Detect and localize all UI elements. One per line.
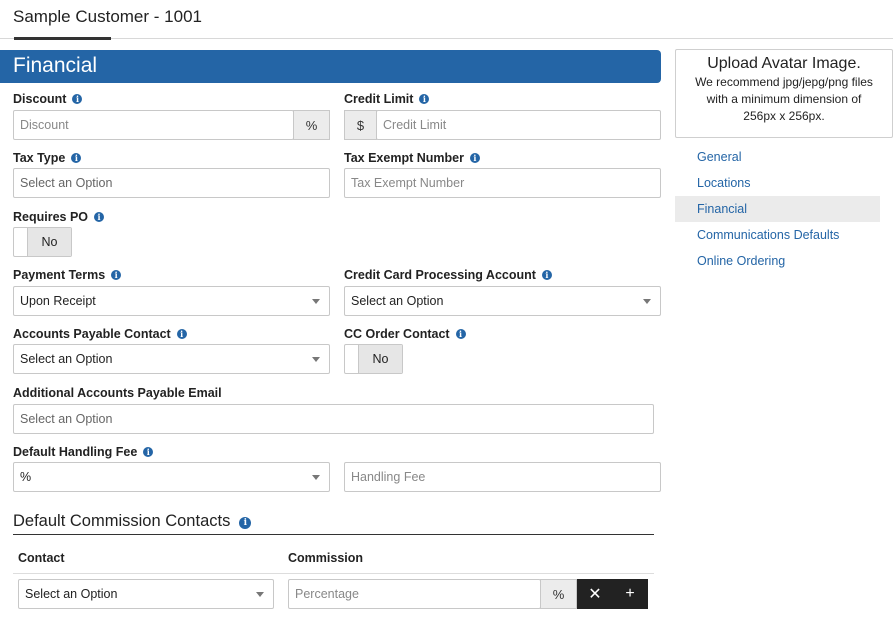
default-handling-fee-label: Default Handling Fee i — [13, 445, 154, 459]
section-header-financial: Financial — [0, 50, 661, 83]
page-title: Sample Customer - 1001 — [13, 7, 202, 26]
cc-order-contact-label: CC Order Contact i — [344, 327, 466, 341]
commission-section-title: Default Commission Contacts i — [13, 512, 252, 531]
info-icon[interactable]: i — [239, 517, 252, 529]
tax-exempt-number-input[interactable]: Tax Exempt Number — [344, 168, 661, 198]
table-header-divider — [13, 573, 654, 574]
discount-label: Discount i — [13, 92, 83, 106]
contact-column-header: Contact — [18, 551, 65, 565]
requires-po-toggle[interactable]: No — [13, 227, 72, 257]
info-icon[interactable]: i — [143, 447, 154, 457]
payment-terms-select[interactable]: Upon Receipt — [13, 286, 330, 316]
nav-item-general[interactable]: General — [675, 144, 880, 170]
nav-item-locations[interactable]: Locations — [675, 170, 880, 196]
remove-commission-button[interactable]: ✕ — [577, 579, 613, 609]
info-icon[interactable]: i — [419, 94, 430, 104]
tax-type-label: Tax Type i — [13, 151, 82, 165]
info-icon[interactable]: i — [72, 94, 83, 104]
discount-percent-addon: % — [293, 110, 330, 140]
payment-terms-label: Payment Terms i — [13, 268, 122, 282]
requires-po-toggle-value: No — [27, 228, 71, 256]
tax-exempt-number-label: Tax Exempt Number i — [344, 151, 480, 165]
commission-percentage-input[interactable]: Percentage — [288, 579, 541, 609]
top-bar: Sample Customer - 1001 — [0, 0, 893, 39]
ap-contact-label: Accounts Payable Contact i — [13, 327, 187, 341]
credit-limit-label: Credit Limit i — [344, 92, 430, 106]
handling-fee-type-value: % — [20, 470, 32, 484]
info-icon[interactable]: i — [94, 212, 105, 222]
additional-ap-email-select[interactable]: Select an Option — [13, 404, 654, 434]
info-icon[interactable]: i — [111, 270, 122, 280]
commission-contact-select[interactable]: Select an Option — [18, 579, 274, 609]
plus-icon: + — [625, 585, 635, 602]
chevron-down-icon — [643, 299, 651, 304]
info-icon[interactable]: i — [469, 153, 480, 163]
avatar-upload-title: Upload Avatar Image. — [707, 55, 861, 72]
commission-column-header: Commission — [288, 551, 364, 565]
cc-processing-account-select[interactable]: Select an Option — [344, 286, 661, 316]
chevron-down-icon — [256, 592, 264, 597]
handling-fee-input[interactable]: Handling Fee — [344, 462, 661, 492]
chevron-down-icon — [312, 357, 320, 362]
ap-contact-select[interactable]: Select an Option — [13, 344, 330, 374]
cc-order-contact-toggle[interactable]: No — [344, 344, 403, 374]
requires-po-label: Requires PO i — [13, 210, 105, 224]
ap-contact-value: Select an Option — [20, 352, 113, 366]
additional-ap-email-label: Additional Accounts Payable Email — [13, 386, 222, 400]
avatar-upload-dropzone[interactable]: Upload Avatar Image. We recommend jpg/je… — [675, 49, 893, 138]
cc-processing-account-label: Credit Card Processing Account i — [344, 268, 552, 282]
commission-percent-addon: % — [540, 579, 577, 609]
nav-item-communications-defaults[interactable]: Communications Defaults — [675, 222, 880, 248]
nav-item-financial[interactable]: Financial — [675, 196, 880, 222]
handling-fee-type-select[interactable]: % — [13, 462, 330, 492]
info-icon[interactable]: i — [455, 329, 466, 339]
cc-order-contact-toggle-value: No — [358, 345, 402, 373]
cc-processing-account-value: Select an Option — [351, 294, 444, 308]
chevron-down-icon — [312, 299, 320, 304]
commission-contact-value: Select an Option — [25, 587, 118, 601]
info-icon[interactable]: i — [71, 153, 82, 163]
active-tab-indicator — [14, 37, 111, 40]
close-icon: ✕ — [588, 586, 602, 603]
add-commission-button[interactable]: + — [612, 579, 648, 609]
discount-input[interactable]: Discount — [13, 110, 294, 140]
chevron-down-icon — [312, 475, 320, 480]
info-icon[interactable]: i — [541, 270, 552, 280]
section-nav: General Locations Financial Communicatio… — [675, 144, 880, 274]
credit-limit-dollar-addon: $ — [344, 110, 377, 140]
avatar-upload-description: We recommend jpg/jepg/png files with a m… — [695, 75, 873, 123]
payment-terms-value: Upon Receipt — [20, 294, 96, 308]
tax-type-select[interactable]: Select an Option — [13, 168, 330, 198]
nav-item-online-ordering[interactable]: Online Ordering — [675, 248, 880, 274]
info-icon[interactable]: i — [176, 329, 187, 339]
credit-limit-input[interactable]: Credit Limit — [376, 110, 661, 140]
commission-section-divider — [13, 534, 654, 535]
